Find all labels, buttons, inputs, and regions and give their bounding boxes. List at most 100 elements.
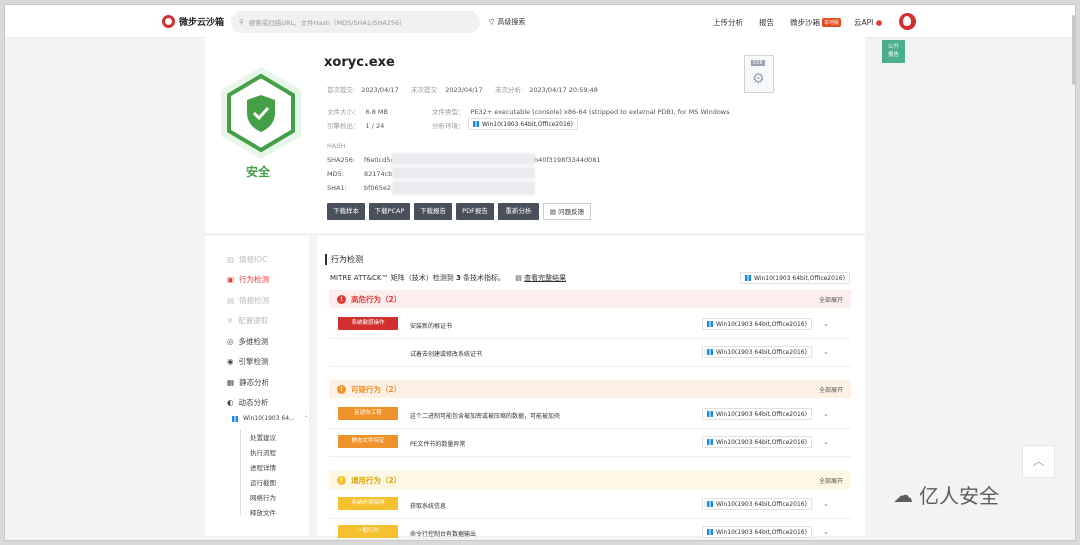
file-name: xoryc.exe bbox=[324, 55, 395, 70]
chevron-down-icon[interactable]: ⌄ bbox=[823, 528, 829, 536]
sidebar-item-multi[interactable]: ◎ 多维检测 bbox=[227, 336, 269, 347]
sidebar-item-label: 情报检测 bbox=[239, 296, 270, 305]
expand-all-button[interactable]: 全部展开 bbox=[819, 385, 843, 394]
last-analysis: 末次分析: 2023/04/17 20:59:48 bbox=[495, 84, 598, 94]
alert-icon: ! bbox=[337, 384, 346, 394]
sidebar-sub-flow[interactable]: 执行流程 bbox=[250, 447, 276, 457]
env-chip: Win10(1903 64bit,Office2016) bbox=[702, 318, 812, 330]
analysis-env: 分析环境： bbox=[432, 120, 471, 130]
file-size-value: 6.8 MB bbox=[365, 108, 388, 116]
advanced-search-link[interactable]: ▽ 高级搜索 bbox=[489, 17, 525, 27]
avatar[interactable] bbox=[899, 13, 916, 30]
windows-icon bbox=[707, 411, 713, 417]
sidebar-sub-advice[interactable]: 处置建议 bbox=[250, 432, 276, 442]
divider bbox=[329, 366, 851, 367]
logo-text: 微步云沙箱 bbox=[179, 18, 225, 28]
feedback-button[interactable]: ▤ 问题反馈 bbox=[543, 203, 591, 220]
pdf-report-button[interactable]: PDF报告 bbox=[456, 203, 494, 220]
sidebar-sub-dropped[interactable]: 释放文件 bbox=[250, 507, 276, 517]
sidebar-item-label: 配置提取 bbox=[238, 316, 269, 325]
mitre-prefix: MITRE ATT&CK™ 矩阵（技术）检测到 bbox=[330, 274, 456, 282]
sidebar-item-behavior[interactable]: ▣ 行为检测 bbox=[227, 274, 269, 285]
sha256-start[interactable]: f6e0cd5c bbox=[364, 156, 394, 164]
last-submit: 末次提交: 2023/04/17 bbox=[411, 84, 483, 94]
analysis-env-value: Win10(1903 64bit,Office2016) bbox=[482, 120, 573, 128]
download-pcap-button[interactable]: 下载PCAP bbox=[369, 203, 410, 220]
windows-icon bbox=[707, 529, 713, 535]
reanalyze-button[interactable]: 重新分析 bbox=[498, 203, 539, 220]
sidebar-item-label: 引擎检测 bbox=[238, 357, 269, 366]
category-name: 可疑行为（2） bbox=[351, 384, 402, 394]
windows-icon bbox=[473, 121, 479, 127]
scroll-top-button[interactable]: ︿ bbox=[1022, 445, 1055, 478]
chevron-down-icon[interactable]: ⌄ bbox=[823, 348, 829, 356]
nav-cloud-api[interactable]: 云API ● bbox=[854, 17, 882, 28]
sha1-value[interactable]: bf065e2 bbox=[364, 184, 391, 192]
sidebar-item-ioc[interactable]: ▥ 情报IOC bbox=[227, 254, 267, 265]
expand-all-button[interactable]: 全部展开 bbox=[819, 295, 843, 304]
feedback-label: 问题反馈 bbox=[558, 208, 585, 216]
dynamic-icon: ◐ bbox=[227, 398, 234, 407]
behavior-desc: 获取系统信息 bbox=[410, 503, 447, 510]
category-general[interactable]: ! 通用行为（2） 全部展开 bbox=[329, 471, 851, 489]
nav-sandbox[interactable]: 微步沙箱 本地版 bbox=[790, 17, 842, 28]
local-badge: 本地版 bbox=[822, 18, 842, 27]
env-chip: Win10(1903 64bit,Office2016) bbox=[702, 498, 812, 510]
sha256-end[interactable]: b40f3198f3344d081 bbox=[534, 156, 601, 164]
scrollbar[interactable] bbox=[1072, 15, 1075, 85]
sidebar-item-engine[interactable]: ◉ 引擎检测 bbox=[227, 356, 269, 367]
sidebar-item-config[interactable]: ✕ 配置提取 bbox=[227, 315, 268, 326]
sidebar-item-label: 静态分析 bbox=[239, 378, 270, 387]
expand-all-button[interactable]: 全部展开 bbox=[819, 476, 843, 485]
wechat-icon: ☁ bbox=[893, 482, 913, 507]
category-high-risk[interactable]: ! 高危行为（2） 全部展开 bbox=[329, 290, 851, 308]
last-submit-label: 末次提交: bbox=[411, 86, 440, 94]
behavior-tag: 一般行为 bbox=[338, 525, 398, 538]
download-report-button[interactable]: 下载报告 bbox=[414, 203, 452, 220]
logo-icon bbox=[162, 15, 175, 28]
sidebar-env-item[interactable]: Win10(1903 64... ⌃ bbox=[232, 415, 309, 422]
windows-icon bbox=[707, 321, 713, 327]
site-logo[interactable]: 微步云沙箱 bbox=[162, 15, 224, 28]
sidebar-sub-screenshot[interactable]: 运行截图 bbox=[250, 477, 276, 487]
category-suspicious[interactable]: ! 可疑行为（2） 全部展开 bbox=[329, 380, 851, 398]
md5-value[interactable]: 82174cb bbox=[364, 170, 392, 178]
file-type-value: PE32+ executable (console) x86-64 (strip… bbox=[470, 108, 730, 116]
env-chip[interactable]: Win10(1903 64bit,Office2016) bbox=[740, 272, 850, 284]
windows-icon bbox=[707, 501, 713, 507]
static-icon: ▦ bbox=[227, 378, 235, 387]
sidebar-item-static[interactable]: ▦ 静态分析 bbox=[227, 377, 269, 388]
sidebar-item-intel[interactable]: ▤ 情报检测 bbox=[227, 295, 269, 306]
md5-label: MD5: bbox=[327, 170, 344, 178]
mitre-link[interactable]: 查看完整结果 bbox=[524, 274, 566, 282]
env-chip: Win10(1903 64bit,Office2016) bbox=[702, 408, 812, 420]
chevron-down-icon[interactable]: ⌄ bbox=[823, 500, 829, 508]
public-report-button[interactable]: 公开 报告 bbox=[882, 40, 905, 63]
file-size: 文件大小： 6.8 MB bbox=[327, 106, 388, 116]
filter-icon: ▽ bbox=[489, 18, 495, 26]
chevron-down-icon[interactable]: ⌄ bbox=[823, 438, 829, 446]
env-chip-label: Win10(1903 64bit,Office2016) bbox=[716, 410, 807, 418]
verdict-label: 安全 bbox=[246, 165, 271, 179]
multi-icon: ◎ bbox=[227, 337, 234, 346]
download-sample-button[interactable]: 下载样本 bbox=[327, 203, 365, 220]
behavior-desc: 命令行控制台有数据输出 bbox=[410, 531, 477, 538]
chevron-down-icon[interactable]: ⌄ bbox=[823, 410, 829, 418]
redaction bbox=[392, 181, 535, 195]
sidebar-sub-process[interactable]: 进程详情 bbox=[250, 462, 276, 472]
env-chip-label: Win10(1903 64bit,Office2016) bbox=[716, 528, 807, 536]
exe-file-icon: EXE ⚙ bbox=[744, 55, 774, 93]
search-placeholder: 搜索或扫描URL、文件Hash（MD5/SHA1/SHA256） bbox=[248, 19, 406, 27]
sha256-label: SHA256: bbox=[327, 156, 356, 164]
windows-icon bbox=[745, 275, 751, 281]
nav-report[interactable]: 报告 bbox=[759, 17, 774, 28]
sidebar-item-dynamic[interactable]: ◐ 动态分析 bbox=[227, 397, 269, 408]
sidebar-sub-network[interactable]: 网络行为 bbox=[250, 492, 276, 502]
report-icon: ▤ bbox=[515, 274, 522, 282]
sidebar-item-label: 多维检测 bbox=[238, 337, 269, 346]
first-submit-label: 首次提交: bbox=[327, 86, 356, 94]
search-input[interactable]: ⚲ 搜索或扫描URL、文件Hash（MD5/SHA1/SHA256） bbox=[231, 11, 480, 33]
nav-upload[interactable]: 上传分析 bbox=[713, 17, 743, 28]
engine-icon: ◉ bbox=[227, 357, 234, 366]
chevron-down-icon[interactable]: ⌄ bbox=[823, 320, 829, 328]
